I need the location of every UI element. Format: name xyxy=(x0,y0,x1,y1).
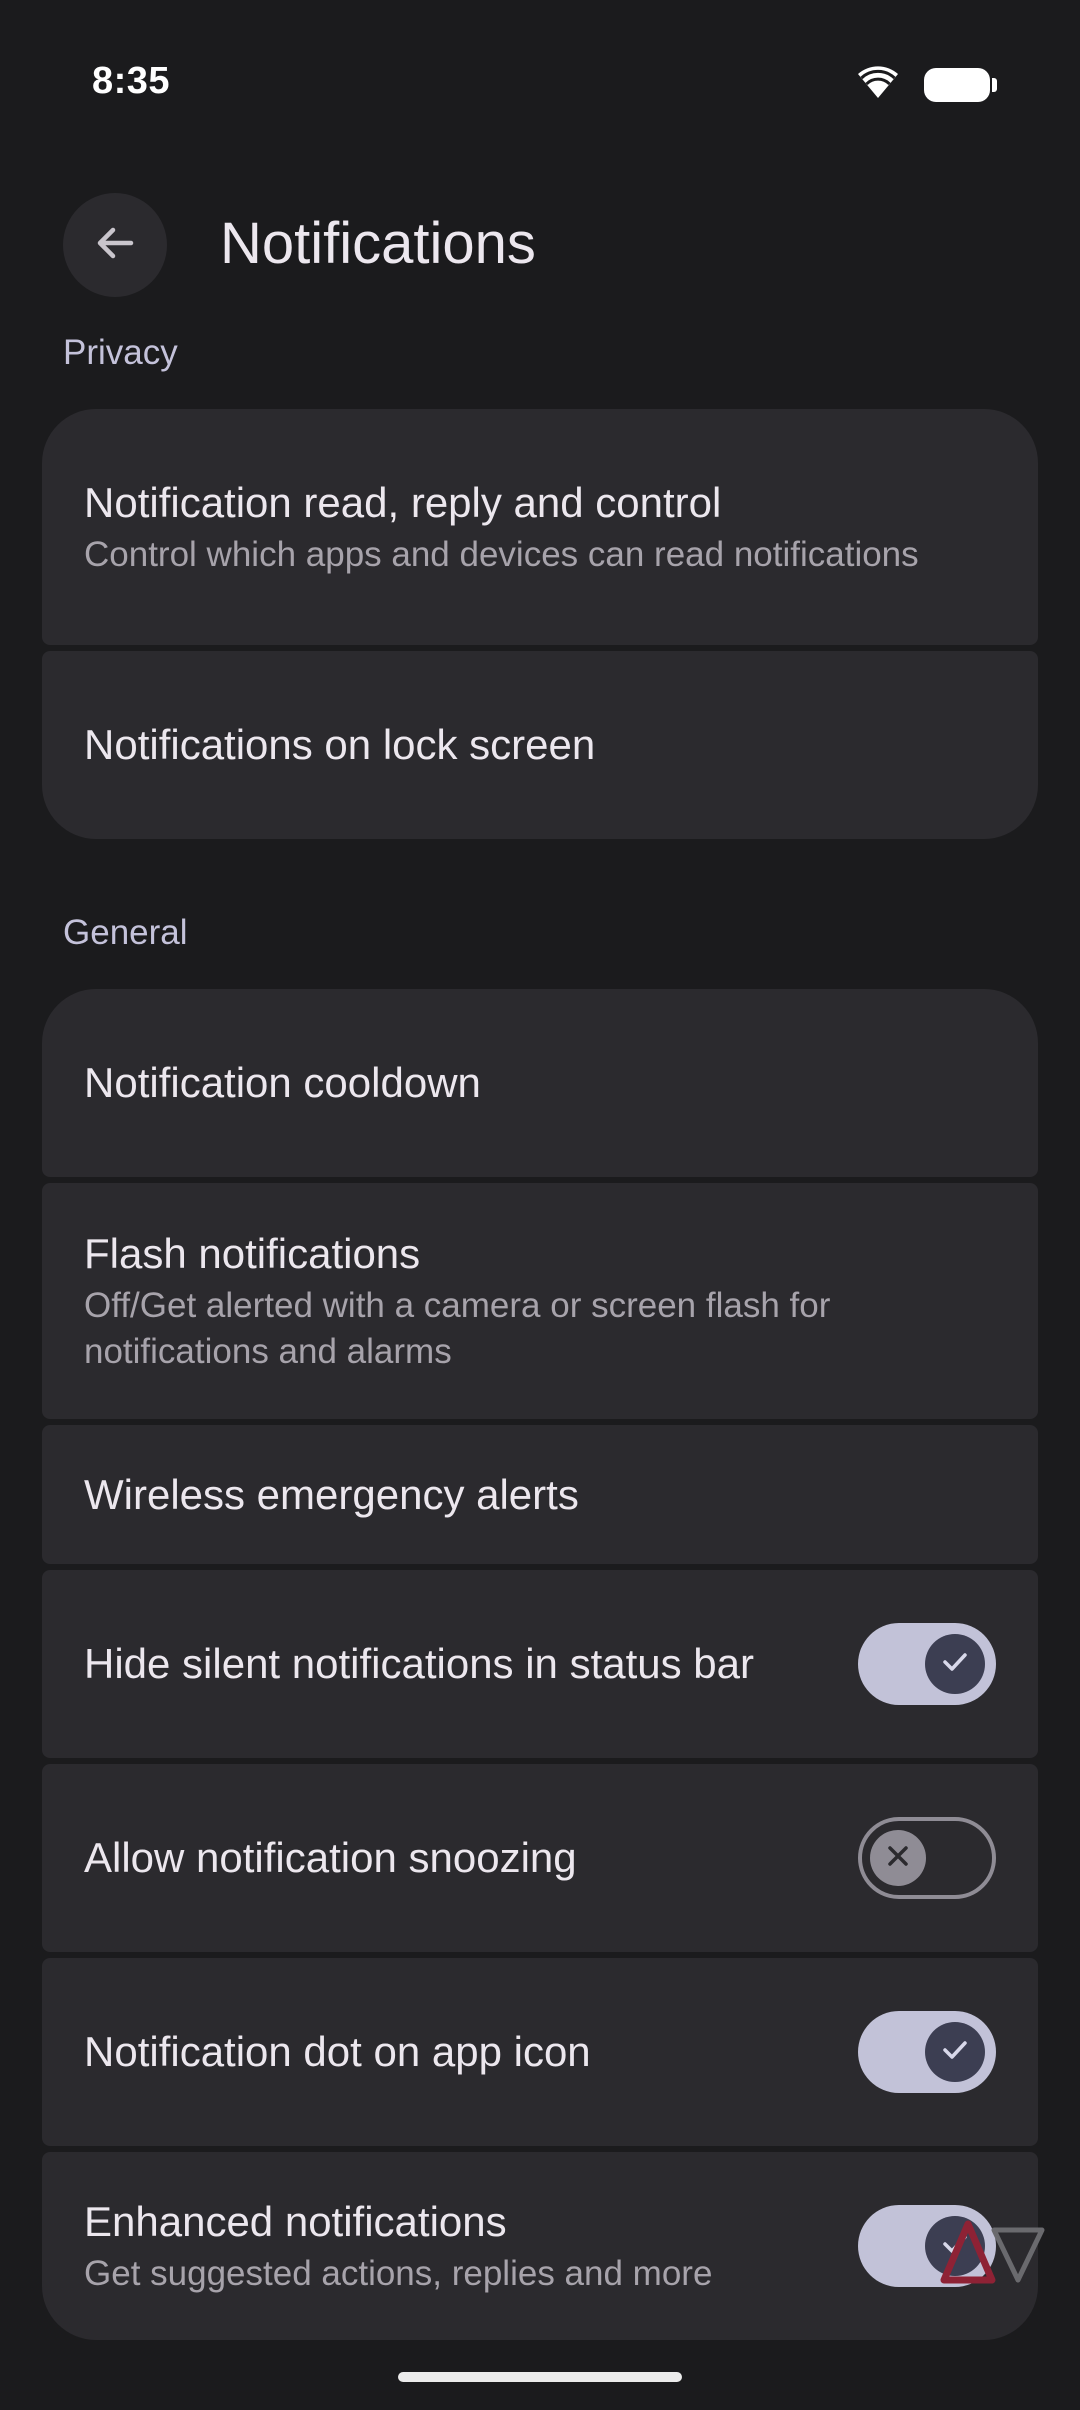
status-icons xyxy=(856,64,997,105)
setting-notifications-lock-screen[interactable]: Notifications on lock screen xyxy=(42,651,1038,839)
setting-flash-notifications[interactable]: Flash notifications Off/Get alerted with… xyxy=(42,1183,1038,1419)
toggle-thumb xyxy=(925,2022,985,2082)
setting-notification-read-reply-control[interactable]: Notification read, reply and control Con… xyxy=(42,409,1038,645)
setting-title: Notifications on lock screen xyxy=(84,721,596,768)
wifi-icon xyxy=(856,64,900,105)
close-icon xyxy=(883,1841,913,1876)
allow-notification-snoozing-toggle[interactable] xyxy=(858,1817,996,1899)
setting-notification-dot-app-icon[interactable]: Notification dot on app icon xyxy=(42,1958,1038,2146)
toggle-thumb xyxy=(925,1634,985,1694)
setting-title: Hide silent notifications in status bar xyxy=(84,1640,755,1687)
watermark-logo xyxy=(938,2218,1048,2288)
setting-enhanced-notifications[interactable]: Enhanced notifications Get suggested act… xyxy=(42,2152,1038,2340)
setting-wireless-emergency-alerts[interactable]: Wireless emergency alerts xyxy=(42,1425,1038,1564)
setting-title: Notification read, reply and control xyxy=(84,479,722,526)
status-time: 8:35 xyxy=(92,60,171,102)
check-icon xyxy=(939,2034,971,2071)
section-header-privacy: Privacy xyxy=(63,333,178,372)
notification-dot-toggle[interactable] xyxy=(858,2011,996,2093)
setting-title: Enhanced notifications xyxy=(84,2198,507,2245)
setting-notification-cooldown[interactable]: Notification cooldown xyxy=(42,989,1038,1177)
status-bar: 8:35 xyxy=(0,0,1080,170)
setting-text: Hide silent notifications in status bar xyxy=(84,1637,754,1691)
toggle-thumb xyxy=(870,1830,926,1886)
section-header-general: General xyxy=(63,913,188,952)
setting-subtitle: Get suggested actions, replies and more xyxy=(84,2254,713,2293)
setting-title: Notification cooldown xyxy=(84,1059,481,1106)
setting-subtitle: Off/Get alerted with a camera or screen … xyxy=(84,1286,831,1371)
battery-icon xyxy=(924,67,997,102)
setting-hide-silent-notifications[interactable]: Hide silent notifications in status bar xyxy=(42,1570,1038,1758)
setting-subtitle: Control which apps and devices can read … xyxy=(84,535,919,574)
setting-text: Allow notification snoozing xyxy=(84,1831,577,1885)
check-icon xyxy=(939,1646,971,1683)
setting-title: Flash notifications xyxy=(84,1230,421,1277)
setting-allow-notification-snoozing[interactable]: Allow notification snoozing xyxy=(42,1764,1038,1952)
hide-silent-notifications-toggle[interactable] xyxy=(858,1623,996,1705)
page-title: Notifications xyxy=(220,211,536,276)
gesture-navigation-bar[interactable] xyxy=(398,2372,682,2382)
setting-title: Notification dot on app icon xyxy=(84,2028,591,2075)
setting-title: Allow notification snoozing xyxy=(84,1834,577,1881)
arrow-left-icon xyxy=(91,219,139,272)
back-button[interactable] xyxy=(63,193,167,297)
setting-text: Notification dot on app icon xyxy=(84,2025,591,2079)
setting-text: Enhanced notifications Get suggested act… xyxy=(84,2195,712,2297)
setting-title: Wireless emergency alerts xyxy=(84,1470,579,1518)
